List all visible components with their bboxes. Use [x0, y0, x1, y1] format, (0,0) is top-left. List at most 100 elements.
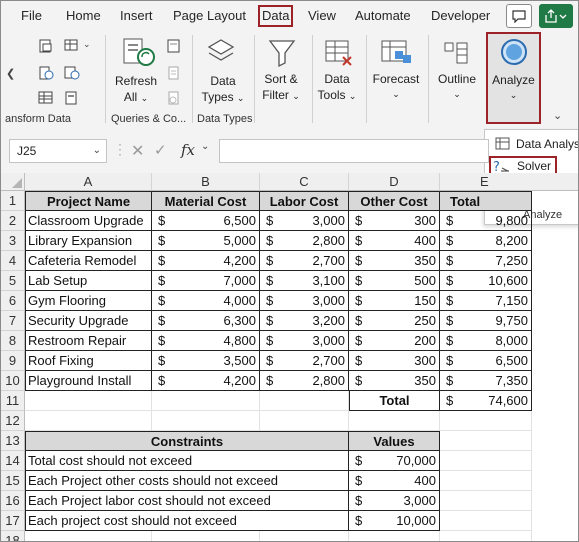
recent-sources-icon[interactable]: [64, 66, 80, 80]
outline-icon[interactable]: [441, 37, 473, 69]
sort-filter-label-1[interactable]: Sort &: [259, 71, 303, 87]
row-header[interactable]: 5: [1, 271, 25, 291]
refresh-all-icon[interactable]: [120, 37, 156, 69]
row-header[interactable]: 13: [1, 431, 25, 451]
tab-data[interactable]: Data: [258, 5, 294, 27]
constraint-label-cell[interactable]: Each project cost should not exceed: [25, 511, 349, 531]
sort-filter-button[interactable]: Filter ⌄: [257, 87, 305, 104]
from-table-icon[interactable]: [64, 39, 80, 53]
enter-check-icon[interactable]: ✓: [154, 141, 167, 159]
total-label-cell[interactable]: Total: [349, 391, 440, 411]
material-cost-cell[interactable]: $4,800: [152, 331, 260, 351]
cell[interactable]: [25, 411, 152, 431]
project-name-cell[interactable]: Gym Flooring: [25, 291, 152, 311]
cell[interactable]: [25, 391, 152, 411]
labor-cost-cell[interactable]: $3,000: [260, 331, 349, 351]
material-cost-cell[interactable]: $6,300: [152, 311, 260, 331]
formula-input[interactable]: [219, 139, 489, 163]
other-cost-cell[interactable]: $200: [349, 331, 440, 351]
cell[interactable]: [260, 531, 349, 541]
ribbon-expand-chevron-icon[interactable]: ⌄: [553, 109, 562, 122]
labor-cost-cell[interactable]: $2,700: [260, 251, 349, 271]
col-header-d[interactable]: D: [349, 173, 440, 191]
labor-cost-cell[interactable]: $2,800: [260, 231, 349, 251]
col-header-c[interactable]: C: [260, 173, 349, 191]
comments-button[interactable]: [506, 4, 532, 28]
row-header[interactable]: 9: [1, 351, 25, 371]
refresh-all-label-1[interactable]: Refresh: [114, 73, 158, 89]
total-cost-cell[interactable]: $10,600: [440, 271, 532, 291]
cell[interactable]: [440, 531, 532, 541]
tab-home[interactable]: Home: [63, 7, 104, 25]
forecast-icon[interactable]: [379, 37, 413, 69]
tab-automate[interactable]: Automate: [352, 7, 414, 25]
cell[interactable]: [260, 391, 349, 411]
cell[interactable]: [260, 411, 349, 431]
get-data-icon[interactable]: [38, 39, 54, 53]
data-tools-button[interactable]: Tools ⌄: [313, 87, 361, 104]
other-cost-cell[interactable]: $250: [349, 311, 440, 331]
data-types-icon[interactable]: [205, 37, 237, 69]
row-header[interactable]: 3: [1, 231, 25, 251]
total-cost-cell[interactable]: $7,150: [440, 291, 532, 311]
total-cost-cell[interactable]: $8,000: [440, 331, 532, 351]
other-cost-cell[interactable]: $300: [349, 351, 440, 371]
chevron-down-icon[interactable]: ⌄: [201, 141, 209, 152]
refresh-all-button[interactable]: All ⌄: [114, 89, 158, 106]
project-name-cell[interactable]: Roof Fixing: [25, 351, 152, 371]
chevron-down-icon[interactable]: ⌄: [93, 140, 101, 162]
properties-icon[interactable]: [166, 66, 182, 80]
col-header-a[interactable]: A: [25, 173, 152, 191]
name-box[interactable]: J25 ⌄: [9, 139, 107, 163]
chevron-down-icon[interactable]: ⌄: [371, 85, 421, 102]
tab-view[interactable]: View: [305, 7, 339, 25]
row-header[interactable]: 8: [1, 331, 25, 351]
col-header-e[interactable]: E: [440, 173, 578, 191]
header-other-cost[interactable]: Other Cost: [349, 191, 440, 211]
cell[interactable]: [440, 491, 532, 511]
other-cost-cell[interactable]: $500: [349, 271, 440, 291]
total-cost-cell[interactable]: $7,250: [440, 251, 532, 271]
cell[interactable]: [152, 531, 260, 541]
row-header[interactable]: 16: [1, 491, 25, 511]
cell[interactable]: [349, 531, 440, 541]
values-header[interactable]: Values: [349, 431, 440, 451]
constraint-label-cell[interactable]: Each Project labor cost should not excee…: [25, 491, 349, 511]
data-types-label-1[interactable]: Data: [201, 73, 245, 89]
row-header[interactable]: 4: [1, 251, 25, 271]
row-header[interactable]: 11: [1, 391, 25, 411]
project-name-cell[interactable]: Restroom Repair: [25, 331, 152, 351]
share-button[interactable]: [539, 4, 573, 28]
data-types-button[interactable]: Types ⌄: [199, 89, 247, 106]
existing-connections-icon[interactable]: [64, 91, 80, 105]
constraint-label-cell[interactable]: Each Project other costs should not exce…: [25, 471, 349, 491]
constraint-value-cell[interactable]: $400: [349, 471, 440, 491]
analyze-button[interactable]: Analyze ⌄: [486, 32, 541, 124]
select-all-corner[interactable]: [1, 173, 25, 191]
data-tools-label-1[interactable]: Data: [315, 71, 359, 87]
total-cost-cell[interactable]: $8,200: [440, 231, 532, 251]
queries-connections-icon[interactable]: [166, 39, 182, 53]
insert-function-icon[interactable]: fx: [181, 141, 195, 159]
cell[interactable]: [349, 411, 440, 431]
grand-total-cell[interactable]: $74,600: [440, 391, 532, 411]
ribbon-scroll-left-icon[interactable]: ❮: [6, 67, 15, 80]
header-total[interactable]: Total: [440, 191, 532, 211]
col-header-b[interactable]: B: [152, 173, 260, 191]
tab-developer[interactable]: Developer: [428, 7, 493, 25]
material-cost-cell[interactable]: $3,500: [152, 351, 260, 371]
header-project-name[interactable]: Project Name: [25, 191, 152, 211]
labor-cost-cell[interactable]: $2,800: [260, 371, 349, 391]
cell[interactable]: [440, 411, 532, 431]
project-name-cell[interactable]: Library Expansion: [25, 231, 152, 251]
other-cost-cell[interactable]: $150: [349, 291, 440, 311]
cell[interactable]: [440, 451, 532, 471]
cell[interactable]: [440, 471, 532, 491]
constraint-value-cell[interactable]: $3,000: [349, 491, 440, 511]
constraint-label-cell[interactable]: Total cost should not exceed: [25, 451, 349, 471]
project-name-cell[interactable]: Security Upgrade: [25, 311, 152, 331]
material-cost-cell[interactable]: $4,200: [152, 371, 260, 391]
data-analysis-item[interactable]: Data Analysis: [489, 134, 578, 154]
constraint-value-cell[interactable]: $70,000: [349, 451, 440, 471]
row-header[interactable]: 10: [1, 371, 25, 391]
